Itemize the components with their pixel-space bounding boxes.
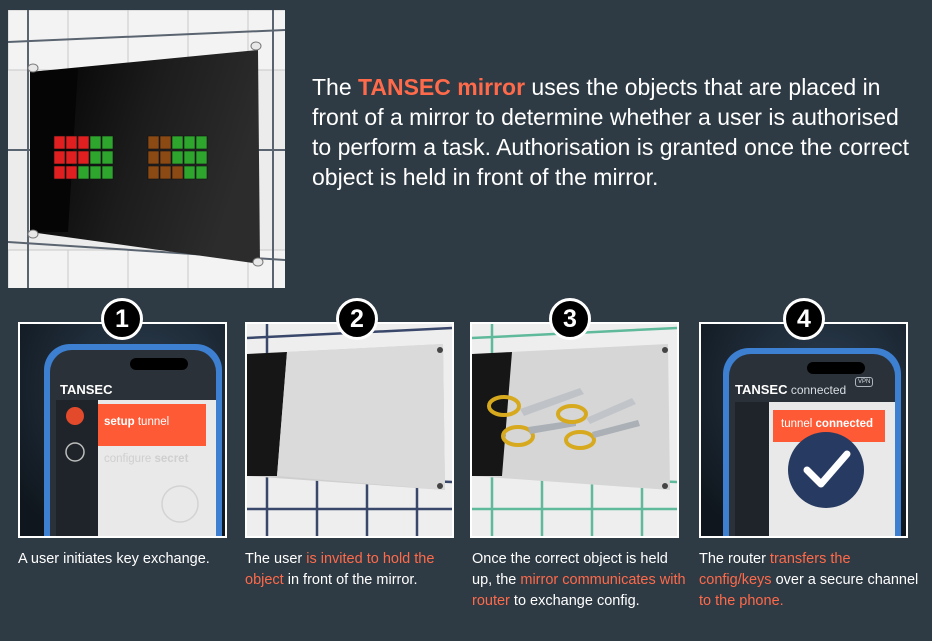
intro-text-start: The xyxy=(312,74,359,100)
caption-text: The router xyxy=(699,551,770,567)
step-3-caption: Once the correct object is held up, the … xyxy=(472,549,686,612)
step-1-caption: A user initiates key exchange. xyxy=(18,551,210,567)
step-4-badge: 4 xyxy=(783,298,825,340)
connected-label: connected xyxy=(815,418,874,430)
caption-text: The user xyxy=(245,551,307,567)
vpn-badge: VPN xyxy=(855,377,874,387)
step-2-badge: 2 xyxy=(336,298,378,340)
setup-tunnel-menu-item: setup tunnel xyxy=(104,416,169,428)
intro-paragraph: The TANSEC mirror uses the objects that … xyxy=(312,72,912,192)
step-1-badge: 1 xyxy=(101,298,143,340)
caption-highlight: to the phone. xyxy=(699,593,784,609)
configure-secret-menu-item: configure secret xyxy=(104,453,188,465)
secret-label: secret xyxy=(154,453,189,465)
phone-app-title: TANSEC xyxy=(60,382,113,397)
connected-status: connected xyxy=(787,383,847,397)
caption-text: to exchange config. xyxy=(509,593,640,609)
configure-label: configure xyxy=(104,453,155,465)
app-name: TANSEC xyxy=(735,382,788,397)
step-2-caption: The user is invited to hold the object i… xyxy=(245,549,457,591)
setup-label: setup xyxy=(104,416,135,428)
caption-text: in front of the mirror. xyxy=(283,572,418,588)
step-2-panel xyxy=(245,322,454,538)
brand-highlight: TANSEC mirror xyxy=(358,74,526,100)
tunnel-label: tunnel xyxy=(134,416,170,428)
step-4-panel: TANSEC connected VPN tunnel connected xyxy=(699,322,908,538)
phone-status-title: TANSEC connected xyxy=(735,382,846,397)
step-1-panel: TANSEC setup tunnel configure secret xyxy=(18,322,227,538)
hero-mirror-image xyxy=(8,10,285,288)
caption-text: over a secure channel xyxy=(771,572,919,588)
tunnel-connected-banner: tunnel connected xyxy=(781,418,873,430)
step-3-panel xyxy=(470,322,679,538)
step-3-badge: 3 xyxy=(549,298,591,340)
tunnel-label: tunnel xyxy=(781,418,816,430)
step-4-caption: The router transfers the config/keys ove… xyxy=(699,549,919,612)
